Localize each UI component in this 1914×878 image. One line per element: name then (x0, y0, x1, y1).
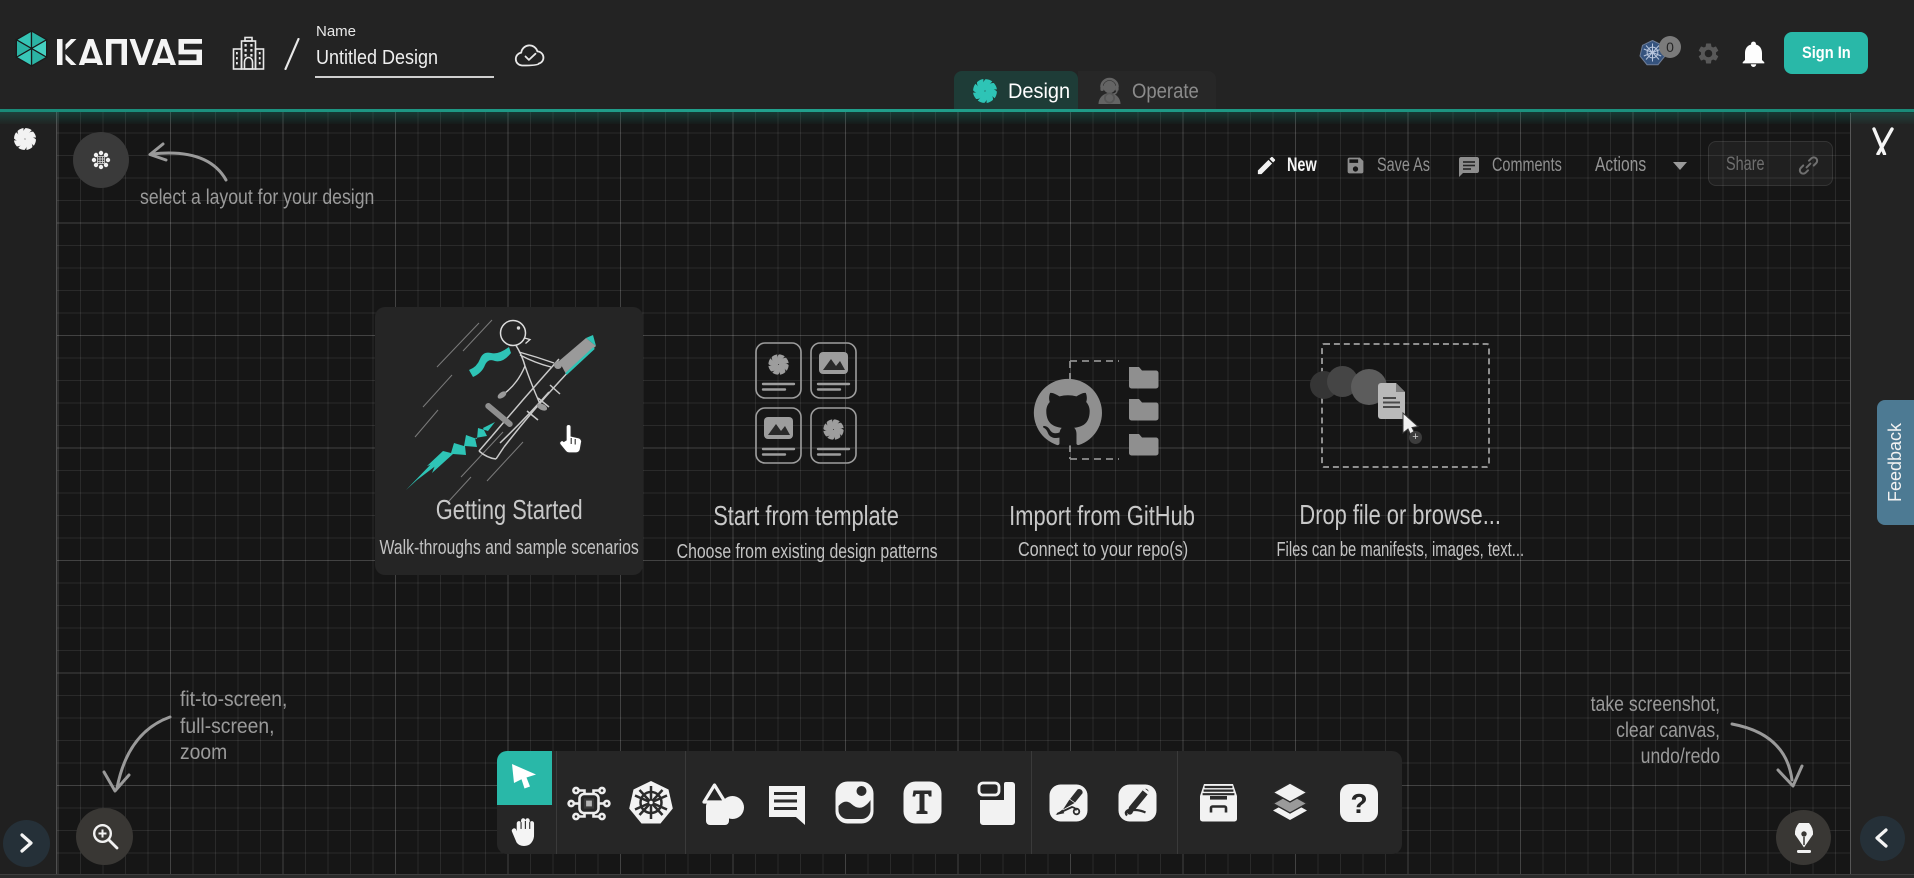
svg-text:?: ? (1350, 788, 1367, 819)
